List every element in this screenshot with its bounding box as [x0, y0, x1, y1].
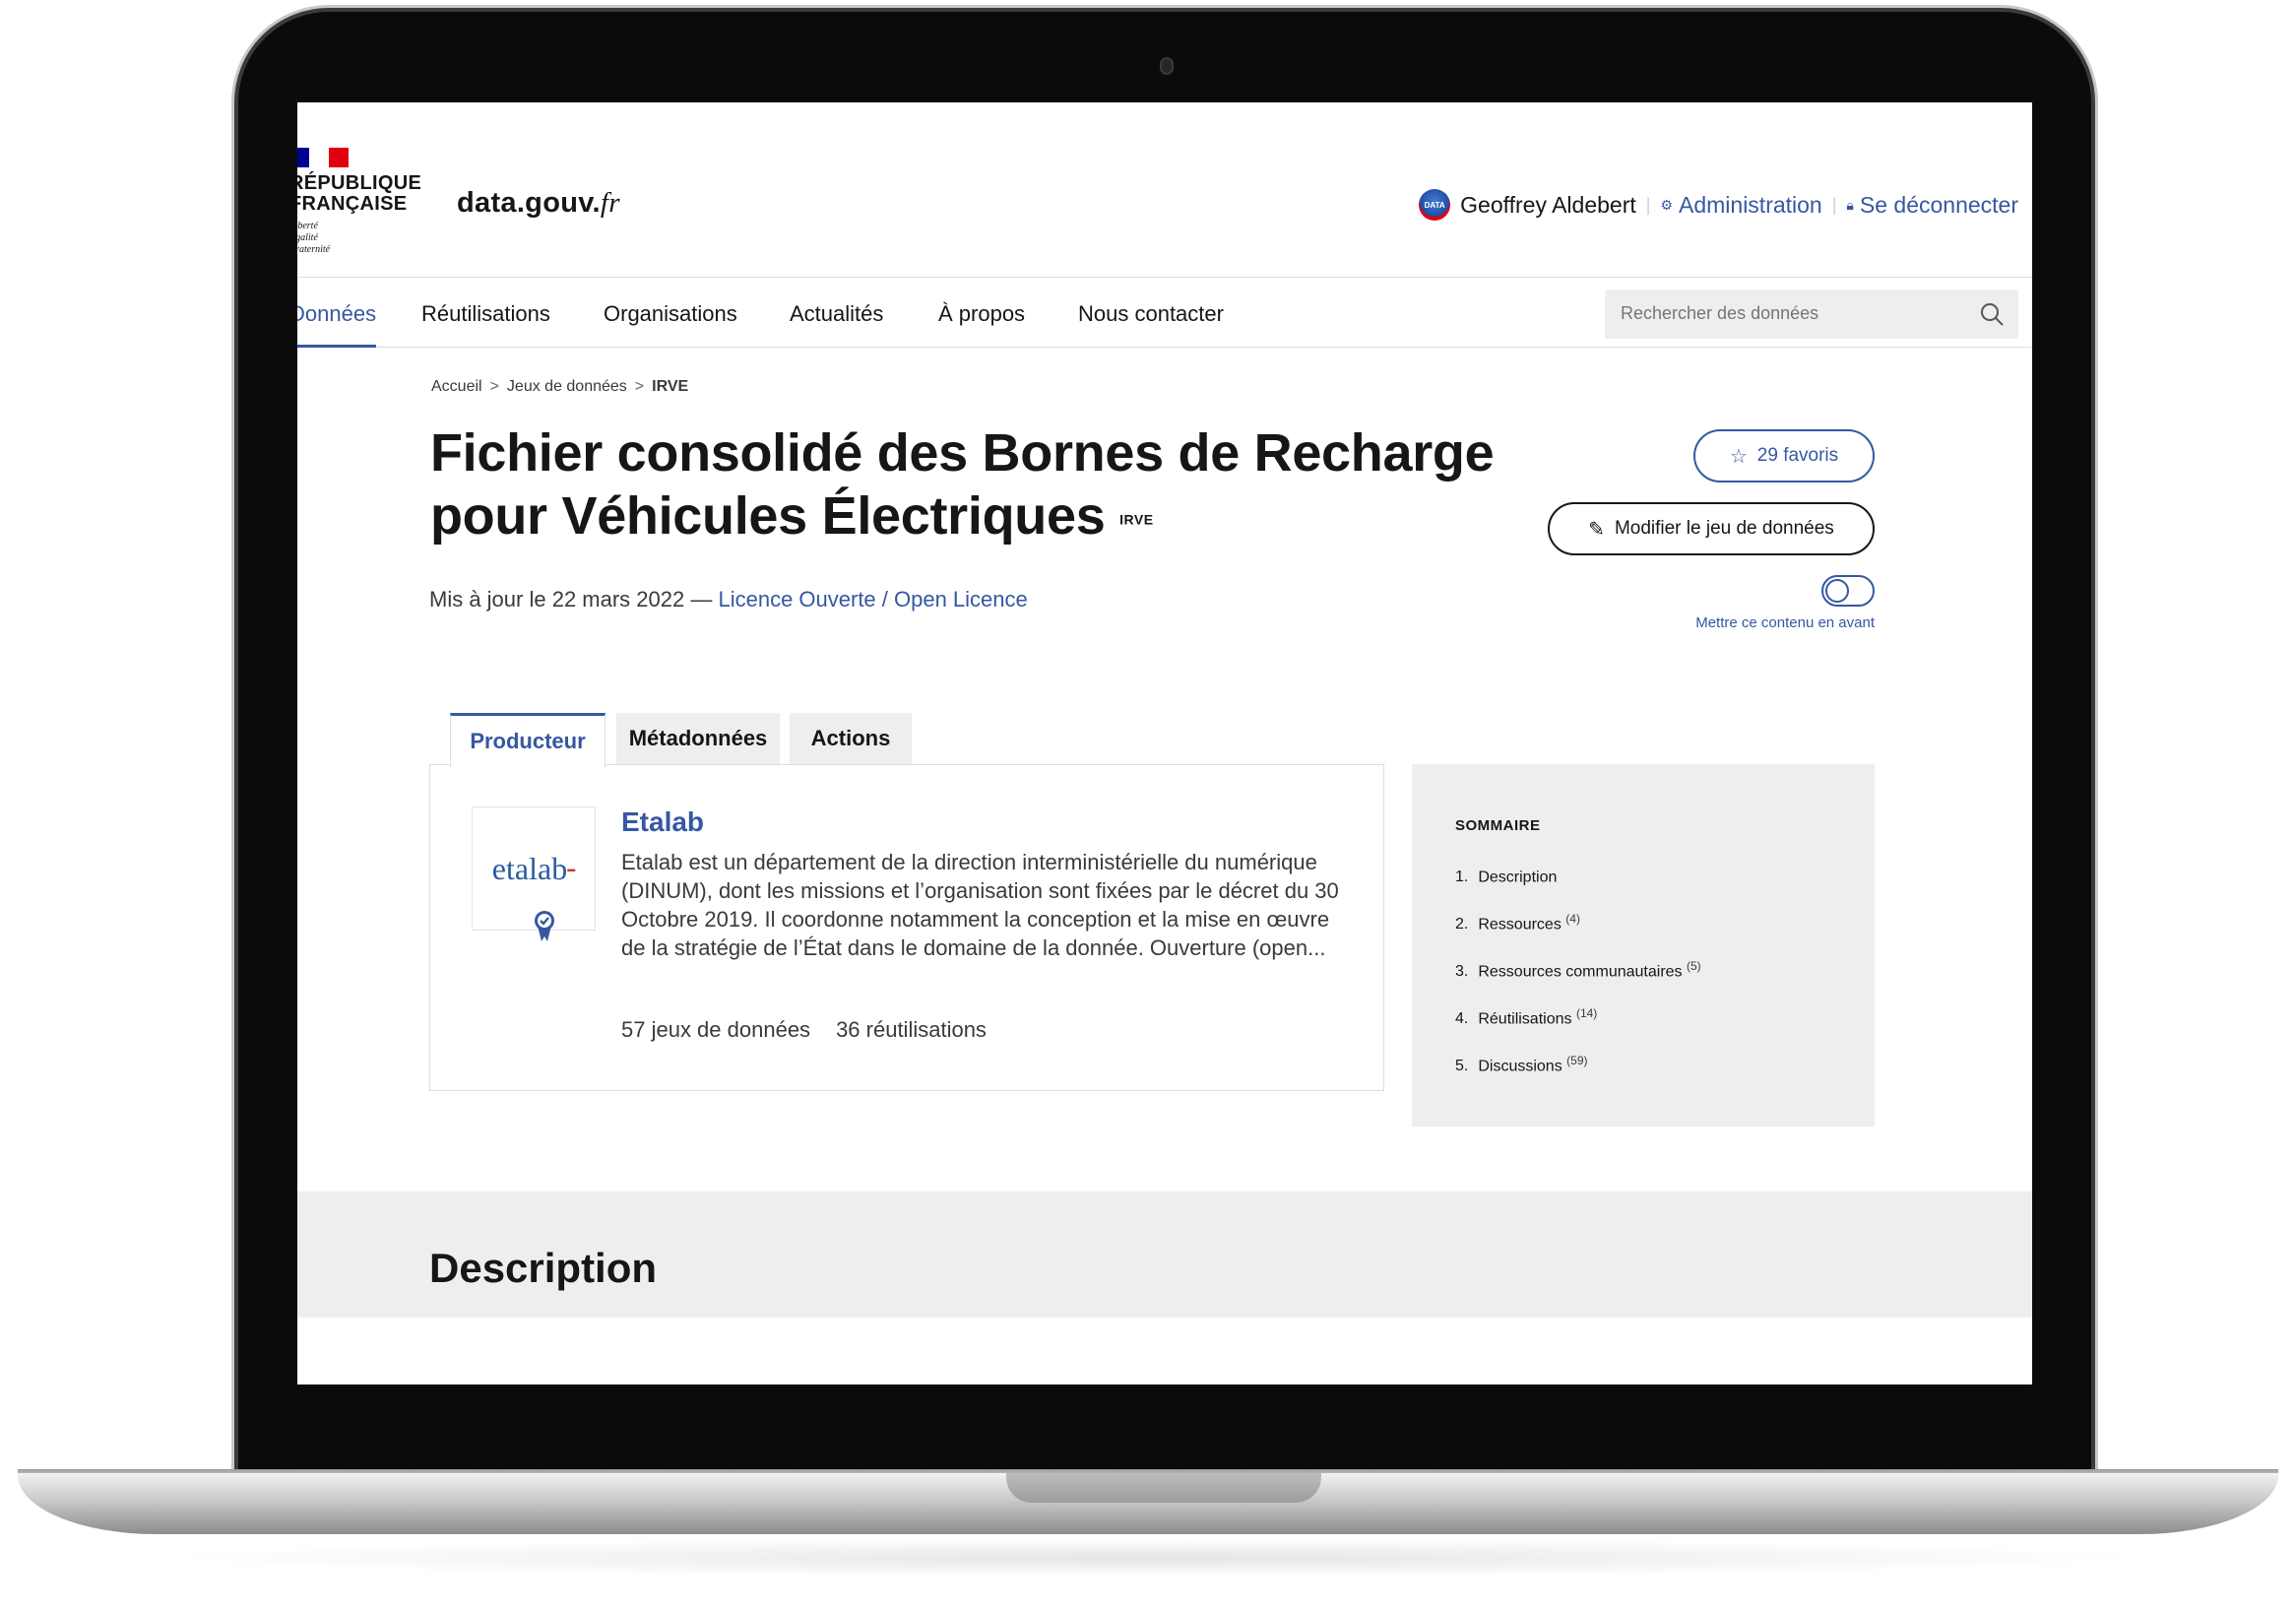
toc-number: 3.	[1455, 963, 1469, 981]
organization-description: Etalab est un département de la directio…	[621, 850, 1339, 960]
logout-link[interactable]: Se déconnecter	[1860, 192, 2018, 219]
feature-toggle-label: Mettre ce contenu en avant	[1695, 614, 1875, 631]
toc-item-reutilisations[interactable]: 4. Réutilisations (14)	[1455, 1006, 1597, 1028]
organization-stats: 57 jeux de données 36 réutilisations	[621, 1017, 987, 1043]
chevron-right-icon: >	[634, 378, 645, 395]
logo-motto-3: Fraternité	[297, 244, 331, 255]
page-title: Fichier consolidé des Bornes de Recharge…	[430, 421, 1533, 551]
tab-producteur[interactable]: Producteur	[450, 713, 606, 767]
dataset-meta: Mis à jour le 22 mars 2022 — Licence Ouv…	[429, 587, 1028, 612]
star-icon: ☆	[1729, 445, 1748, 468]
toc-item-ressources[interactable]: 2. Ressources (4)	[1455, 912, 1580, 934]
toc-label: Réutilisations	[1478, 1010, 1572, 1028]
certified-badge-icon	[535, 911, 554, 941]
description-heading: Description	[429, 1245, 658, 1291]
toc-label: Description	[1478, 869, 1558, 886]
site-tld: fr	[600, 187, 620, 219]
toc-label: Ressources communautaires	[1478, 963, 1683, 981]
breadcrumb-home[interactable]: Accueil	[431, 378, 482, 395]
toc-count: (14)	[1575, 1006, 1598, 1020]
user-avatar[interactable]: DATA	[1419, 189, 1451, 221]
toc-number: 4.	[1455, 1010, 1469, 1028]
browser-screen: RÉPUBLIQUE FRANÇAISE Liberté Égalité Fra…	[297, 102, 2032, 1385]
breadcrumb-current: IRVE	[652, 378, 689, 395]
favorite-count: 29 favoris	[1756, 445, 1839, 466]
laptop-mockup: RÉPUBLIQUE FRANÇAISE Liberté Égalité Fra…	[0, 0, 2296, 1610]
search-input[interactable]	[1621, 303, 1955, 324]
pencil-icon: ✎	[1588, 518, 1605, 541]
divider: |	[1645, 194, 1651, 215]
toc-number: 1.	[1455, 869, 1469, 886]
toc-number: 5.	[1455, 1058, 1469, 1075]
nav-item-a-propos[interactable]: À propos	[938, 301, 1025, 327]
breadcrumb-datasets[interactable]: Jeux de données	[507, 378, 627, 395]
toc-count: (5)	[1687, 959, 1701, 973]
logo-mark: ▬	[567, 864, 576, 873]
user-bar: DATA Geoffrey Aldebert | ⚙ Administratio…	[1419, 189, 2018, 221]
nav-item-actualites[interactable]: Actualités	[790, 301, 883, 327]
breadcrumb: Accueil > Jeux de données > IRVE	[431, 378, 688, 396]
organization-name-link[interactable]: Etalab	[621, 806, 704, 838]
tab-actions[interactable]: Actions	[790, 713, 912, 764]
toc-label: Ressources	[1478, 916, 1562, 934]
site-name-link[interactable]: data.gouv.fr	[457, 187, 620, 220]
user-name-link[interactable]: Geoffrey Aldebert	[1460, 192, 1636, 219]
laptop-opening-notch	[1006, 1473, 1321, 1503]
active-nav-indicator	[297, 345, 376, 348]
organization-logo-text: etalab	[491, 850, 568, 886]
favorite-button[interactable]: ☆ 29 favoris	[1693, 429, 1875, 483]
producer-card: etalab ▬ Etalab Etalab est un département…	[429, 764, 1384, 1091]
updated-date: Mis à jour le 22 mars 2022 —	[429, 587, 713, 612]
logo-motto-2: Égalité	[297, 232, 318, 243]
dataset-title: Fichier consolidé des Bornes de Recharge…	[430, 423, 1495, 546]
table-of-contents: SOMMAIRE 1. Description 2. Ressources (4) …	[1412, 764, 1875, 1127]
logo-line-2: FRANÇAISE	[297, 193, 408, 215]
divider: |	[1831, 194, 1837, 215]
logo-line-1: RÉPUBLIQUE	[297, 172, 422, 194]
republique-francaise-logo[interactable]: RÉPUBLIQUE FRANÇAISE Liberté Égalité Fra…	[297, 148, 422, 256]
edit-dataset-button[interactable]: ✎ Modifier le jeu de données	[1548, 502, 1875, 555]
nav-item-organisations[interactable]: Organisations	[604, 301, 737, 327]
toggle-knob	[1825, 579, 1849, 603]
nav-item-donnees[interactable]: Données	[297, 301, 376, 327]
datasets-count: 57 jeux de données	[621, 1017, 811, 1042]
webcam	[1160, 57, 1174, 75]
nav-item-contact[interactable]: Nous contacter	[1078, 301, 1224, 327]
laptop-shadow	[148, 1538, 2156, 1578]
toc-item-discussions[interactable]: 5. Discussions (59)	[1455, 1054, 1588, 1075]
reuses-count: 36 réutilisations	[836, 1017, 987, 1042]
chevron-right-icon: >	[489, 378, 499, 395]
toc-title: SOMMAIRE	[1455, 817, 1541, 834]
nav-item-reutilisations[interactable]: Réutilisations	[421, 301, 550, 327]
site-name: data.gouv.	[457, 187, 601, 219]
toc-number: 2.	[1455, 916, 1469, 934]
toc-count: (4)	[1565, 912, 1580, 926]
search-box[interactable]	[1605, 290, 2018, 339]
french-flag-icon	[297, 148, 417, 167]
gear-icon: ⚙	[1660, 196, 1673, 213]
dataset-acronym: IRVE	[1119, 511, 1154, 528]
search-icon[interactable]	[1979, 301, 2005, 327]
license-link[interactable]: Licence Ouverte / Open Licence	[718, 587, 1027, 612]
administration-link[interactable]: Administration	[1679, 192, 1822, 219]
logo-motto-1: Liberté	[297, 221, 318, 231]
feature-toggle[interactable]	[1821, 575, 1875, 607]
toc-item-ressources-communautaires[interactable]: 3. Ressources communautaires (5)	[1455, 959, 1701, 981]
lock-icon: 🔒︎	[1846, 196, 1854, 213]
toc-item-description[interactable]: 1. Description	[1455, 865, 1557, 886]
toc-count: (59)	[1566, 1054, 1588, 1067]
edit-dataset-label: Modifier le jeu de données	[1614, 518, 1834, 539]
tab-metadonnees[interactable]: Métadonnées	[616, 713, 780, 764]
toc-label: Discussions	[1478, 1058, 1563, 1075]
